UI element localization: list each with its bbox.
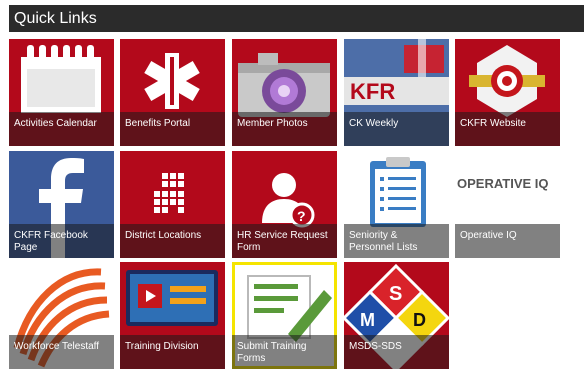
- tile-label: CKFR Website: [455, 112, 560, 146]
- tile-label: MSDS-SDS: [344, 335, 449, 369]
- tile-label: CK Weekly: [344, 112, 449, 146]
- tile-member-photos[interactable]: Member Photos: [232, 39, 337, 146]
- tile-district-locations[interactable]: District Locations: [120, 151, 225, 258]
- tile-ckfr-facebook-page[interactable]: CKFR Facebook Page: [9, 151, 114, 258]
- tile-label: Benefits Portal: [120, 112, 225, 146]
- tile-ck-weekly[interactable]: KFR CK Weekly: [344, 39, 449, 146]
- tile-training-division[interactable]: Training Division: [120, 262, 225, 369]
- tile-ckfr-website[interactable]: CKFR Website: [455, 39, 560, 146]
- tile-label: Training Division: [120, 335, 225, 369]
- tile-label: Workforce Telestaff: [9, 335, 114, 369]
- tile-workforce-telestaff[interactable]: Workforce Telestaff: [9, 262, 114, 369]
- operative-iq-logo-text: OPERATIVE IQ: [457, 176, 549, 191]
- tile-label: HR Service Request Form: [232, 224, 337, 258]
- tile-activities-calendar[interactable]: Activities Calendar: [9, 39, 114, 146]
- tile-label: Member Photos: [232, 112, 337, 146]
- svg-text:?: ?: [297, 208, 306, 224]
- tile-msds-sds[interactable]: S M D MSDS-SDS: [344, 262, 449, 369]
- tile-label: Submit Training Forms: [232, 335, 337, 369]
- tile-seniority-personnel-lists[interactable]: Seniority & Personnel Lists: [344, 151, 449, 258]
- tile-hr-service-request-form[interactable]: ? HR Service Request Form: [232, 151, 337, 258]
- tile-benefits-portal[interactable]: Benefits Portal: [120, 39, 225, 146]
- tile-label: District Locations: [120, 224, 225, 258]
- svg-text:D: D: [413, 310, 426, 330]
- tile-label: Seniority & Personnel Lists: [344, 224, 449, 258]
- tile-label: CKFR Facebook Page: [9, 224, 114, 258]
- tile-operative-iq[interactable]: OPERATIVE IQ Operative IQ: [455, 151, 560, 258]
- quick-links-header: Quick Links: [9, 5, 584, 32]
- svg-text:S: S: [389, 283, 402, 305]
- tile-submit-training-forms[interactable]: Submit Training Forms: [232, 262, 337, 369]
- tile-label: Operative IQ: [455, 224, 560, 258]
- tile-label: Activities Calendar: [9, 112, 114, 146]
- svg-text:M: M: [360, 310, 375, 330]
- svg-text:KFR: KFR: [350, 79, 395, 104]
- page-title: Quick Links: [14, 10, 97, 27]
